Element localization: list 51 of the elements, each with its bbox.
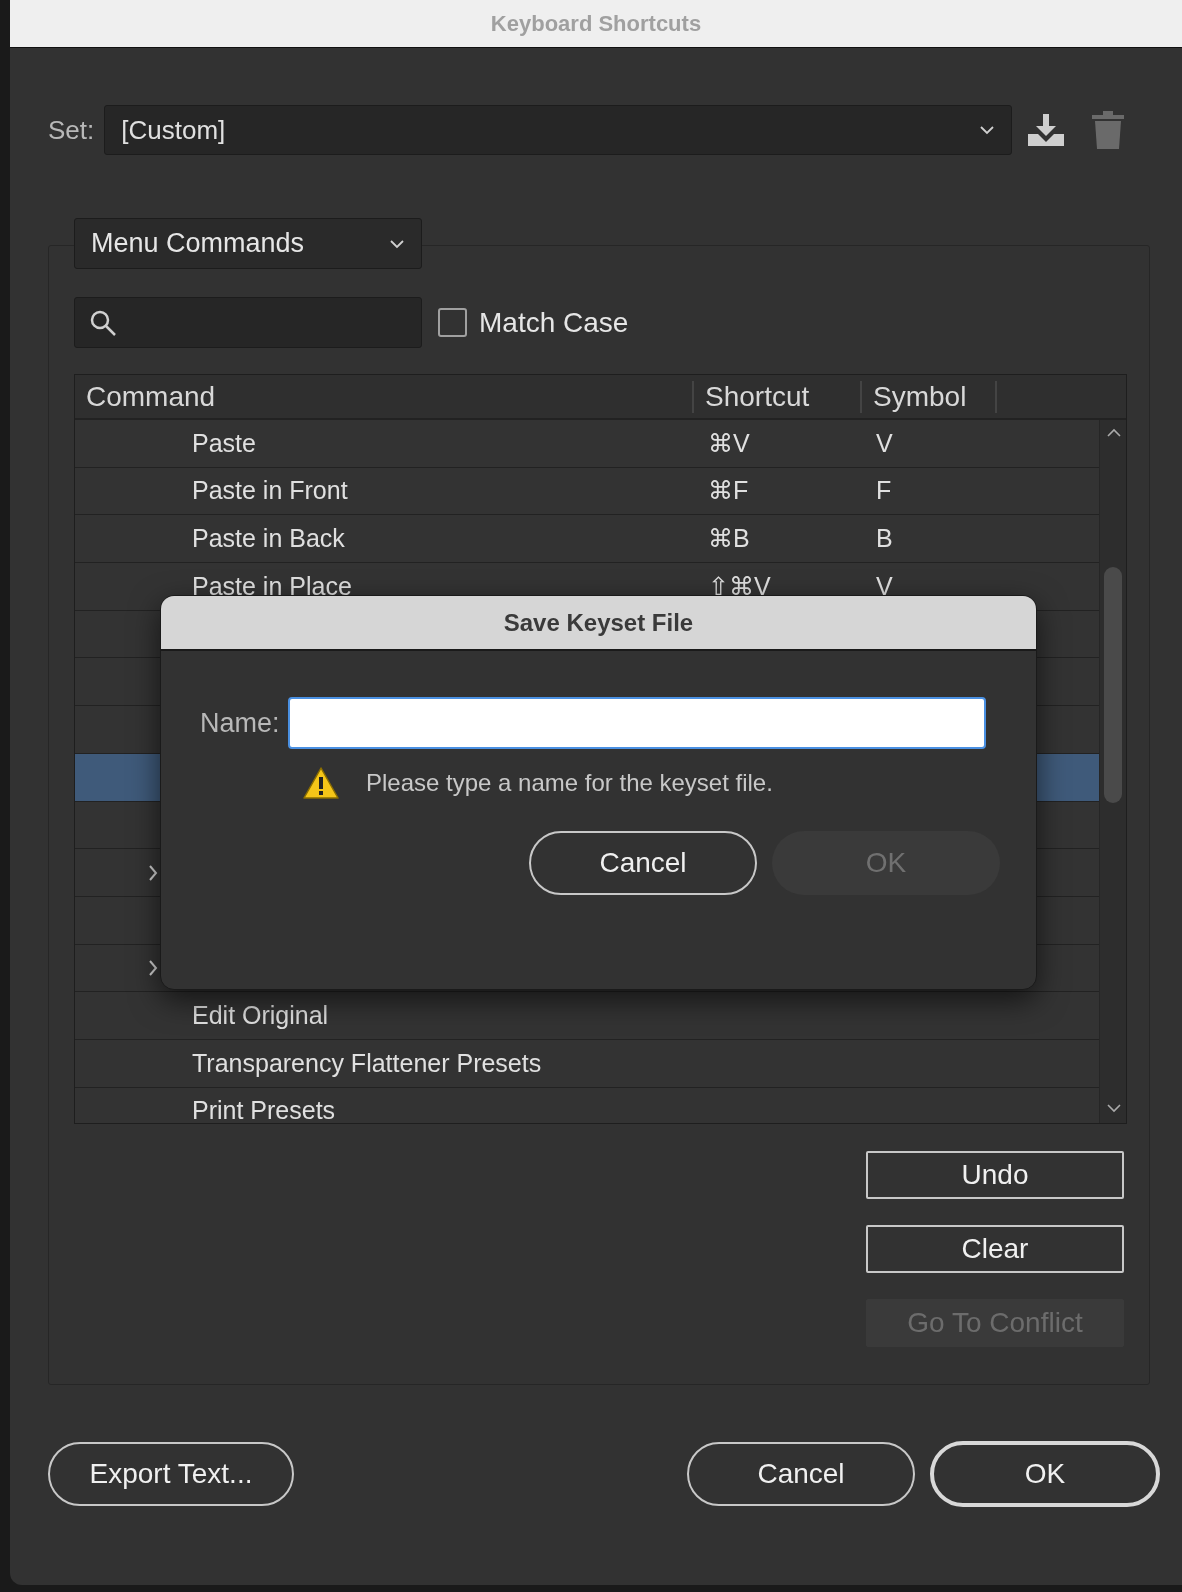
table-cell: ⇧⌘V xyxy=(708,571,771,600)
set-label: Set: xyxy=(48,113,95,147)
side-button[interactable]: Undo xyxy=(866,1151,1124,1199)
table-cell: Transparency Flattener Presets xyxy=(192,1048,542,1077)
table-cell: ⌘F xyxy=(708,476,749,505)
table-cell: Print Presets xyxy=(192,1096,336,1123)
scroll-down-icon[interactable] xyxy=(1107,1104,1121,1113)
table-cell: V xyxy=(876,428,893,457)
chevron-down-icon xyxy=(389,238,405,249)
export-text-button[interactable]: Export Text... xyxy=(48,1442,294,1506)
table-cell: V xyxy=(876,571,893,600)
column-header[interactable]: Command xyxy=(75,375,692,418)
table-cell: F xyxy=(876,476,892,505)
chevron-down-icon xyxy=(979,125,996,135)
chevron-right-icon[interactable] xyxy=(148,863,158,882)
table-cell: Edit Original xyxy=(192,1000,329,1029)
set-dropdown[interactable]: [Custom] xyxy=(104,105,1013,155)
category-dropdown[interactable]: Menu Commands xyxy=(74,218,422,269)
table-cell: ⌘B xyxy=(708,523,750,552)
table-cell: Paste in Place xyxy=(192,571,352,600)
table-cell: Paste xyxy=(192,428,256,457)
table-cell: Paste in Front xyxy=(192,476,348,505)
column-header[interactable]: Shortcut xyxy=(692,380,860,413)
name-field[interactable] xyxy=(287,697,986,749)
cancel-button[interactable]: Cancel xyxy=(687,1442,915,1506)
save-download-icon[interactable] xyxy=(1026,112,1067,148)
table-cell: ⌘V xyxy=(708,428,750,457)
table-row[interactable]: Paste in Front ⌘F F xyxy=(75,467,1099,516)
scrollbar-thumb[interactable] xyxy=(1104,567,1122,803)
trash-icon[interactable] xyxy=(1090,110,1127,150)
dialog-button[interactable]: Cancel xyxy=(529,831,757,895)
search-field[interactable] xyxy=(74,297,422,348)
side-button[interactable]: Clear xyxy=(866,1225,1124,1273)
scroll-up-icon[interactable] xyxy=(1107,428,1121,437)
table-row[interactable]: Transparency Flattener Presets xyxy=(75,1039,1099,1088)
search-icon xyxy=(89,308,117,337)
chevron-right-icon[interactable] xyxy=(148,958,158,977)
warning-icon xyxy=(302,766,340,800)
match-case-checkbox[interactable] xyxy=(438,308,467,337)
ok-button[interactable]: OK xyxy=(930,1441,1160,1507)
table-row[interactable]: Edit Original xyxy=(75,992,1099,1040)
match-case-label: Match Case xyxy=(479,305,629,340)
table-row[interactable]: Paste in Back ⌘B B xyxy=(75,515,1099,564)
table-row[interactable]: Paste ⌘V V xyxy=(75,420,1099,468)
table-cell: B xyxy=(876,523,893,552)
table-row[interactable]: Print Presets xyxy=(75,1087,1099,1123)
warning-message: Please type a name for the keyset file. xyxy=(366,768,773,798)
name-label: Name: xyxy=(200,706,280,740)
column-header[interactable]: Symbol xyxy=(860,380,997,413)
table-cell: Paste in Back xyxy=(192,523,345,552)
window-title: Keyboard Shortcuts xyxy=(490,10,702,38)
